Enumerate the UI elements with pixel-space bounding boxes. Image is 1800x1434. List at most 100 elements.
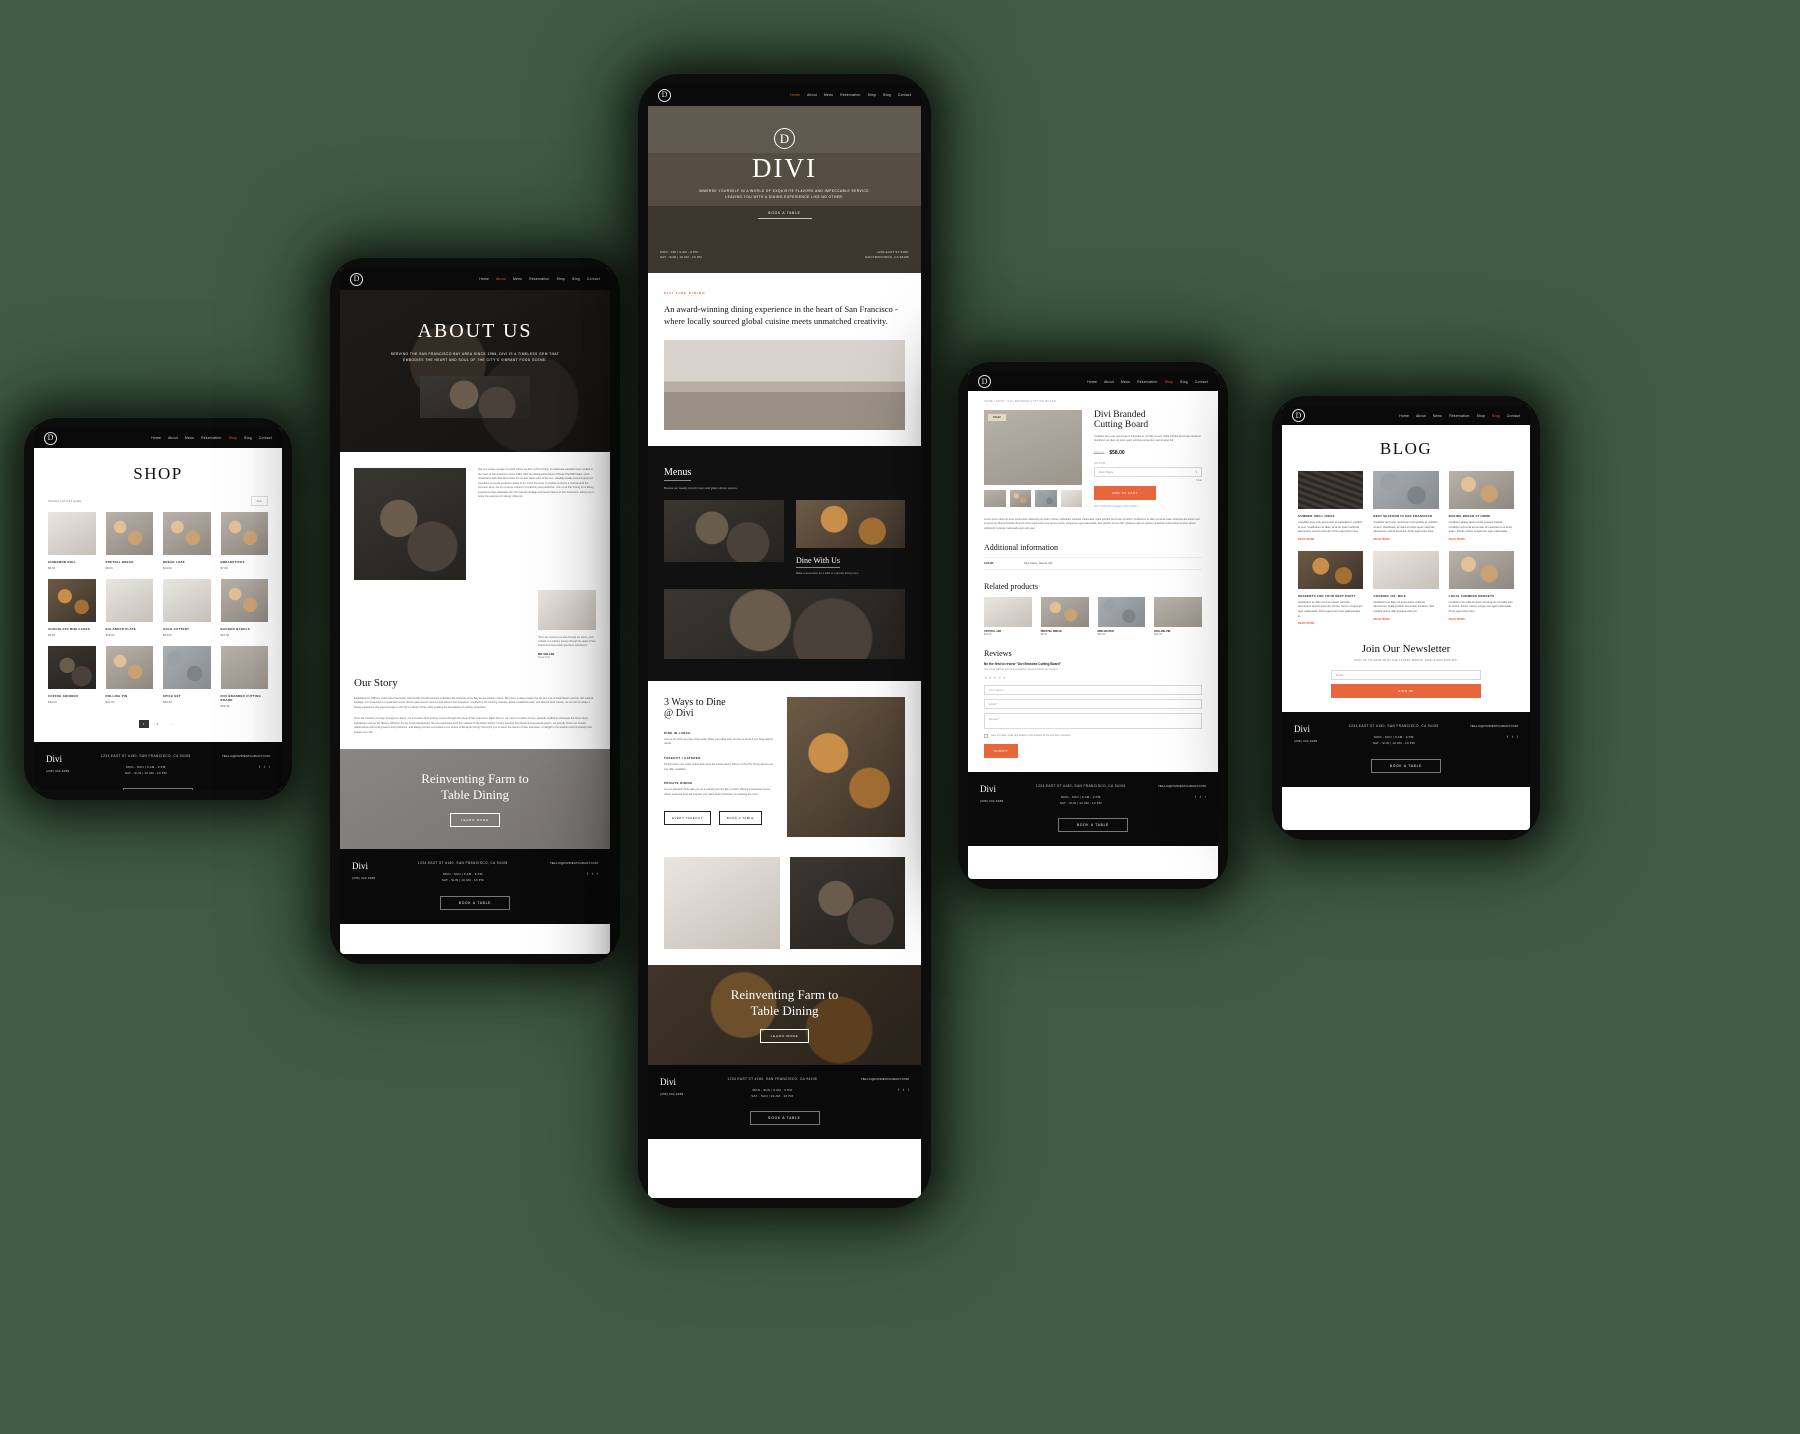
instagram-icon[interactable]: i <box>908 1087 909 1092</box>
footer-book-table-button[interactable]: BOOK A TABLE <box>1058 818 1128 833</box>
facebook-icon[interactable]: f <box>259 764 260 769</box>
product-thumb[interactable] <box>220 646 268 689</box>
post-title[interactable]: LOCAL FARMERS MARKETS <box>1449 594 1514 598</box>
blog-post-card[interactable]: BEST SEAFOOD IN SAN FRANCISCO Curabitur a… <box>1373 471 1439 541</box>
related-product-card[interactable]: MINI GRATER $16.00 <box>1097 596 1146 636</box>
nav-item-contact[interactable]: Contact <box>1195 380 1208 384</box>
product-thumb-3[interactable] <box>1035 490 1057 507</box>
product-thumb[interactable] <box>163 512 211 555</box>
related-thumb[interactable] <box>1097 596 1146 627</box>
post-read-more[interactable]: READ MORE <box>1449 618 1514 621</box>
nav-item-blog[interactable]: Blog <box>883 93 891 97</box>
footer-phone[interactable]: (295) 332-6289 <box>980 799 1003 805</box>
product-main-image[interactable]: SALE! <box>984 410 1082 485</box>
nav-item-menu[interactable]: Menu <box>1433 414 1442 418</box>
footer-phone[interactable]: (295) 332-6289 <box>352 876 375 882</box>
product-card[interactable]: ROLLING PIN $21.00 <box>105 646 153 708</box>
post-thumb[interactable] <box>1298 550 1364 589</box>
pagination-page-2[interactable]: 2 <box>153 720 163 728</box>
footer-book-table-button[interactable]: BOOK A TABLE <box>1371 758 1441 773</box>
nav-item-reservation[interactable]: Reservation <box>840 93 860 97</box>
nav-item-shop[interactable]: Shop <box>1165 380 1174 384</box>
nav-item-reservation[interactable]: Reservation <box>1449 414 1469 418</box>
footer-email[interactable]: HELLO@DIVIRESTAURANT.COM <box>1158 784 1206 788</box>
instagram-icon[interactable]: i <box>1517 734 1518 739</box>
nav-item-contact[interactable]: Contact <box>587 277 600 281</box>
review-email-input[interactable]: Email * <box>984 698 1202 709</box>
product-card[interactable]: GOLD CUTTERY $24.00 <box>163 579 211 637</box>
add-to-cart-button[interactable]: ADD TO CART <box>1094 485 1156 500</box>
post-title[interactable]: COOKING 101: MILK <box>1373 594 1438 598</box>
post-read-more[interactable]: READ MORE <box>1449 538 1514 541</box>
about-banner-cta[interactable]: LEARN MORE <box>450 813 500 828</box>
nav-item-menu[interactable]: Menu <box>513 277 522 281</box>
twitter-icon[interactable]: t <box>903 1087 904 1092</box>
nav-item-contact[interactable]: Contact <box>898 93 911 97</box>
nav-item-contact[interactable]: Contact <box>259 436 272 440</box>
nav-item-about[interactable]: About <box>807 93 817 97</box>
nav-item-reservation[interactable]: Reservation <box>1137 380 1157 384</box>
twitter-icon[interactable]: t <box>1512 734 1513 739</box>
post-read-more[interactable]: READ MORE <box>1298 622 1363 625</box>
product-thumb[interactable] <box>105 512 153 555</box>
product-thumb-4[interactable] <box>1060 490 1082 507</box>
related-product-card[interactable]: ROLLING PIN $21.00 <box>1154 596 1202 636</box>
nav-item-about[interactable]: About <box>1416 414 1426 418</box>
product-card[interactable]: BALANCED PLATE $18.00 <box>105 579 153 637</box>
product-breadcrumb[interactable]: HOME / SHOP / DIVI BRANDED CUTTING BOARD <box>984 400 1202 403</box>
home-banner-cta[interactable]: LEARN MORE <box>759 1028 810 1043</box>
product-thumb[interactable] <box>48 579 96 622</box>
nav-item-shop[interactable]: Shop <box>229 436 238 440</box>
twitter-icon[interactable]: t <box>592 871 593 876</box>
nav-item-blog[interactable]: Blog <box>244 436 252 440</box>
footer-email[interactable]: HELLO@DIVIRESTAURANT.COM <box>1470 724 1518 728</box>
post-read-more[interactable]: READ MORE <box>1298 538 1363 541</box>
product-thumb[interactable] <box>163 579 211 622</box>
nav-item-shop[interactable]: Shop <box>1477 414 1486 418</box>
divi-logo-icon[interactable]: D <box>1292 409 1305 422</box>
footer-book-table-button[interactable]: BOOK A TABLE <box>440 895 510 910</box>
footer-book-table-button[interactable]: BOOK A TABLE <box>749 1111 820 1126</box>
nav-item-home[interactable]: Home <box>151 436 161 440</box>
post-read-more[interactable]: READ MORE <box>1373 618 1438 621</box>
footer-email[interactable]: HELLO@DIVIRESTAURANT.COM <box>550 861 598 865</box>
product-thumb[interactable] <box>220 512 268 555</box>
nav-item-home[interactable]: Home <box>479 277 489 281</box>
nav-item-contact[interactable]: Contact <box>1507 414 1520 418</box>
blog-post-card[interactable]: SUMMER GRILL IDEAS Curabitur arcu erat, a… <box>1298 471 1364 541</box>
product-thumb[interactable] <box>220 579 268 622</box>
divi-logo-icon[interactable]: D <box>350 272 363 286</box>
product-card[interactable]: DIVI BRANDED CUTTING BOARD $58.00 <box>220 646 268 708</box>
footer-phone[interactable]: (295) 332-6289 <box>46 769 69 775</box>
nav-item-about[interactable]: About <box>168 436 178 440</box>
review-name-input[interactable]: Your name * <box>984 684 1202 695</box>
divi-logo-icon[interactable]: D <box>978 375 991 388</box>
divi-logo-icon[interactable]: D <box>44 431 57 445</box>
footer-email[interactable]: HELLO@DIVIRESTAURANT.COM <box>222 754 270 758</box>
twitter-icon[interactable]: t <box>264 764 265 769</box>
nav-item-blog[interactable]: Blog <box>1492 414 1500 418</box>
related-thumb[interactable] <box>984 596 1032 627</box>
product-card[interactable]: BREAD LOAF $14.00 <box>163 512 211 570</box>
product-card[interactable]: CINNAMON ROLL $6.00 <box>48 512 96 570</box>
post-title[interactable]: BEST SEAFOOD IN SAN FRANCISCO <box>1373 514 1438 518</box>
instagram-icon[interactable]: i <box>597 871 598 876</box>
review-save-checkbox-row[interactable]: Save my name, email, and website in this… <box>984 733 1202 738</box>
related-thumb[interactable] <box>1154 596 1202 627</box>
related-thumb[interactable] <box>1040 596 1089 627</box>
takeout-button[interactable]: EVERY TAKEOUT <box>664 811 711 826</box>
nav-item-shop[interactable]: Shop <box>868 93 877 97</box>
review-submit-button[interactable]: SUBMIT <box>984 743 1018 758</box>
product-thumb-1[interactable] <box>984 490 1006 507</box>
shop-sort-select[interactable]: Sort <box>250 496 268 506</box>
blog-post-card[interactable]: BAKING BREAD AT HOME Curabitur aliquet qu… <box>1448 471 1514 541</box>
nav-item-blog[interactable]: Blog <box>1180 380 1188 384</box>
post-read-more[interactable]: READ MORE <box>1373 538 1438 541</box>
related-product-card[interactable]: CRYSTAL JAR $12.00 <box>984 596 1032 636</box>
instagram-icon[interactable]: i <box>1205 794 1206 799</box>
related-product-card[interactable]: PRETZEL BREAD $8.00 <box>1040 596 1089 636</box>
product-thumb[interactable] <box>105 646 153 689</box>
nav-item-about[interactable]: About <box>496 277 506 281</box>
hero-book-table-button[interactable]: BOOK A TABLE <box>757 211 812 219</box>
product-clear-link[interactable]: Clear <box>1094 479 1202 482</box>
